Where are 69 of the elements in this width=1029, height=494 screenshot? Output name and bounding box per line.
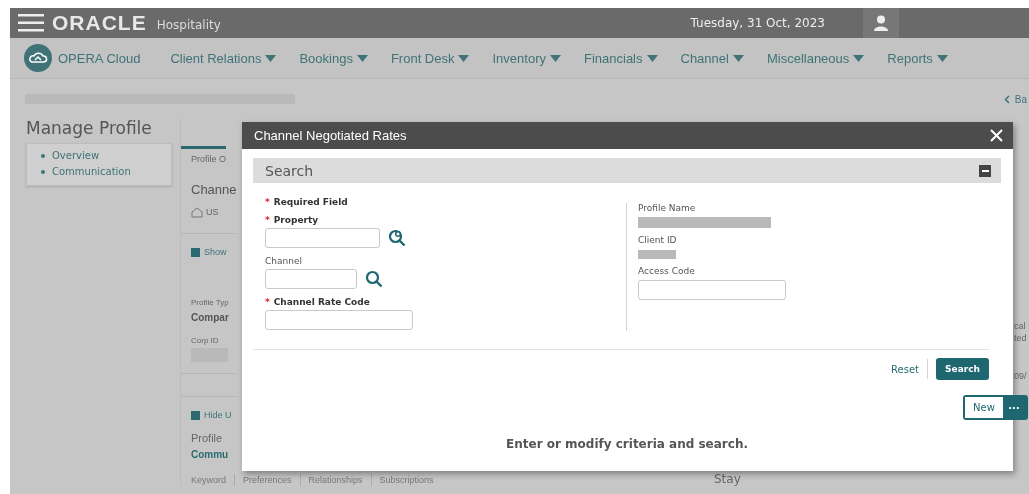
nav-menu[interactable]: Miscellaneous: [766, 50, 865, 66]
nav-menu[interactable]: Bookings: [299, 50, 368, 66]
reset-button[interactable]: Reset: [883, 359, 928, 379]
caret-icon: [549, 54, 561, 62]
field-label: Corp ID: [190, 335, 219, 347]
user-avatar[interactable]: [863, 8, 899, 38]
nav-menu[interactable]: Financials: [583, 50, 658, 66]
caret-icon: [356, 54, 368, 62]
profile-link[interactable]: Keyword: [191, 474, 234, 486]
subsection-title: Commu: [190, 449, 229, 461]
field-label: Profile Name: [638, 203, 697, 213]
partial-text: ted: [1014, 333, 1027, 343]
panel-title: Search: [265, 162, 314, 179]
side-nav-link[interactable]: Overview: [41, 150, 171, 161]
field-label: Channel: [265, 256, 303, 266]
date-text: Tuesday, 31 Oct, 2023: [690, 16, 825, 30]
nav-menu[interactable]: Channel: [680, 50, 744, 66]
caret-icon: [732, 54, 744, 62]
chevron-left-icon: [1003, 94, 1010, 104]
show-toggle[interactable]: Show: [181, 246, 227, 258]
required-note: * Required Field: [265, 197, 349, 207]
profile-link[interactable]: Subscriptions: [370, 474, 442, 486]
field-label: Profile Typ: [190, 297, 229, 309]
country-text: US: [206, 206, 219, 218]
close-icon[interactable]: [990, 129, 1003, 142]
app-name[interactable]: OPERA Cloud: [58, 50, 141, 66]
input-field[interactable]: [265, 310, 413, 330]
profile-link[interactable]: Preferences: [234, 474, 300, 486]
collapse-button[interactable]: [979, 164, 991, 177]
field-label: * Channel Rate Code: [265, 297, 371, 307]
user-icon: [873, 15, 889, 31]
more-button[interactable]: •••: [1003, 397, 1026, 418]
stay-label: Stay: [714, 472, 741, 486]
field-label: Access Code: [638, 266, 696, 276]
caret-icon: [646, 54, 658, 62]
side-nav-link[interactable]: Communication: [41, 166, 171, 177]
multi-search-icon[interactable]: [388, 229, 406, 247]
input-field[interactable]: [638, 280, 786, 300]
brand-logo: ORACLE: [52, 11, 147, 35]
nav-menu[interactable]: Reports: [887, 50, 948, 66]
dialog-title: Channel Negotiated Rates: [254, 128, 407, 143]
partial-text: cal: [1014, 321, 1026, 331]
menu-icon[interactable]: [18, 14, 44, 32]
section-title: Profile: [190, 431, 223, 445]
nav-menu[interactable]: Client Relations: [170, 50, 277, 66]
caret-icon: [265, 54, 277, 62]
search-icon[interactable]: [365, 270, 383, 288]
field-label: Client ID: [638, 235, 678, 245]
search-button[interactable]: Search: [936, 358, 989, 380]
product-name: Hospitality: [156, 18, 221, 32]
hide-toggle[interactable]: Hide U: [181, 409, 232, 421]
profile-tab[interactable]: Profile O: [181, 146, 226, 165]
caret-icon: [853, 54, 865, 62]
caret-icon: [458, 54, 470, 62]
field-label: * Property: [265, 215, 320, 225]
empty-message: Enter or modify criteria and search.: [505, 437, 749, 451]
nav-menu[interactable]: Inventory: [492, 50, 561, 66]
input-field[interactable]: [265, 228, 380, 248]
input-field[interactable]: [265, 269, 357, 289]
profile-link[interactable]: Relationships: [299, 474, 371, 486]
profile-name: Channe: [190, 181, 237, 199]
caret-icon: [936, 54, 948, 62]
field-value: Compar: [190, 312, 229, 324]
nav-menu[interactable]: Front Desk: [390, 50, 470, 66]
partial-text: 09/: [1014, 371, 1027, 381]
page-title: Manage Profile: [26, 118, 153, 138]
back-link[interactable]: Ba: [1003, 93, 1027, 105]
house-icon: [191, 206, 203, 218]
cloud-logo-icon: [24, 44, 52, 72]
